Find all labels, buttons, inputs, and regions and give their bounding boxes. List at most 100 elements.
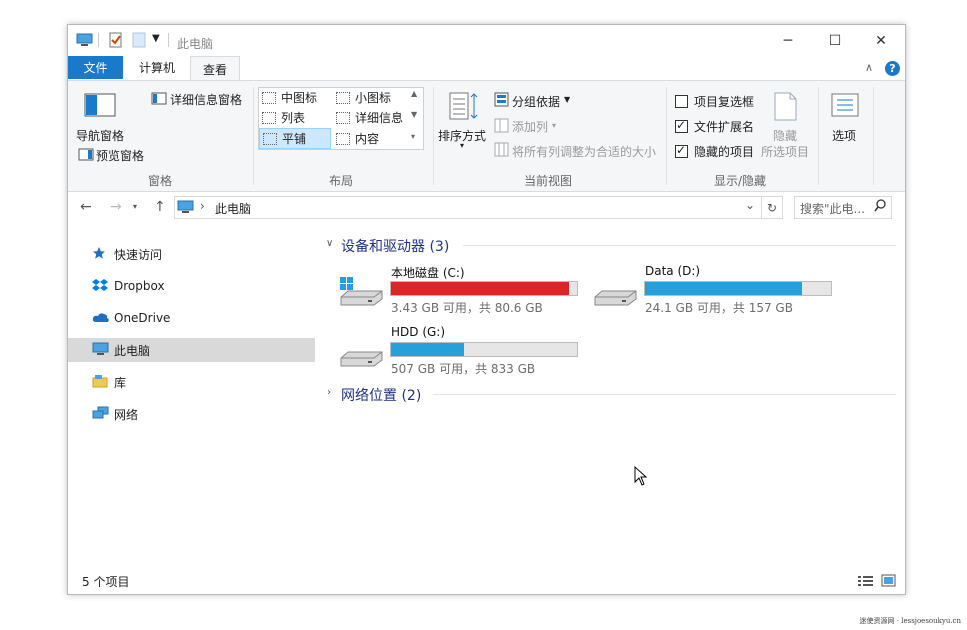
nav-item-label: 快速访问 [114, 247, 163, 262]
close-button[interactable]: ✕ [859, 27, 903, 55]
panes-group-label: 窗格 [148, 174, 173, 188]
search-input[interactable]: 搜索"此电... [794, 196, 892, 219]
minimize-button[interactable]: ─ [766, 27, 810, 55]
ribbon-separator [873, 87, 874, 185]
navigation-pane-button[interactable]: 导航窗格 [76, 127, 124, 144]
gallery-scroll-up-icon[interactable]: ▲ [411, 89, 417, 98]
layout-content[interactable]: 内容 [333, 129, 409, 148]
back-button[interactable]: ← [80, 199, 92, 215]
layout-item-label: 平铺 [282, 132, 307, 146]
collapse-ribbon-icon[interactable]: ∧ [865, 61, 873, 74]
file-extensions-label[interactable]: 文件扩展名 [694, 118, 754, 135]
add-column-icon [494, 118, 509, 136]
drive-tile[interactable]: Data (D:) 24.1 GB 可用，共 157 GB [592, 261, 837, 317]
group-by-button[interactable]: 分组依据 [512, 93, 560, 110]
devices-group-chevron-icon[interactable]: ∨ [326, 238, 333, 249]
forward-button[interactable]: → [110, 199, 122, 215]
help-icon[interactable]: ? [885, 61, 900, 76]
layout-tiles[interactable]: 平铺 [259, 128, 331, 149]
list-icon [262, 111, 276, 124]
drive-name: Data (D:) [645, 264, 701, 278]
preview-pane-button[interactable]: 预览窗格 [96, 147, 144, 164]
properties-icon[interactable] [109, 32, 123, 51]
network-group-chevron-icon[interactable]: › [327, 387, 331, 398]
group-by-dropdown-icon[interactable]: ▼ [564, 95, 570, 104]
nav-item-0[interactable]: 快速访问 [68, 242, 315, 266]
drive-usage-bar [390, 281, 578, 296]
address-bar[interactable]: › 此电脑 ⌄ [174, 196, 762, 219]
window-title: 此电脑 [177, 37, 214, 51]
details-pane-button[interactable]: 详细信息窗格 [170, 91, 242, 108]
nav-item-4[interactable]: 库 [68, 370, 315, 394]
new-folder-icon[interactable] [132, 32, 146, 51]
layout-gallery: 中图标 小图标 列表 详细信息 平铺 内容 ▲ ▼ ▾ [258, 87, 424, 150]
nav-item-1[interactable]: Dropbox [68, 274, 315, 298]
maximize-button[interactable]: ☐ [813, 27, 857, 55]
tab-file[interactable]: 文件 [68, 56, 123, 79]
refresh-button[interactable]: ↻ [761, 196, 783, 219]
options-button[interactable]: 选项 [832, 127, 856, 144]
small-icons-icon [336, 91, 350, 104]
breadcrumb-this-pc[interactable]: 此电脑 [215, 200, 251, 217]
layout-medium-icons[interactable]: 中图标 [259, 88, 331, 107]
breadcrumb-separator[interactable]: › [200, 199, 205, 213]
nav-item-2[interactable]: OneDrive [68, 306, 315, 330]
hidden-items-checkbox[interactable] [675, 143, 688, 158]
devices-group-header[interactable]: 设备和驱动器 (3) [341, 236, 449, 256]
drive-tile[interactable]: HDD (G:) 507 GB 可用，共 833 GB [338, 322, 583, 378]
layout-item-label: 列表 [281, 111, 306, 125]
drive-usage-fill [391, 343, 464, 356]
recent-locations-dropdown-icon[interactable]: ▾ [133, 202, 137, 211]
navigation-pane: 快速访问 Dropbox OneDrive 此电脑库网络 [68, 233, 318, 483]
network-group-header[interactable]: 网络位置 (2) [341, 385, 421, 405]
hidden-items-label[interactable]: 隐藏的项目 [694, 143, 754, 160]
computer-icon [177, 200, 194, 217]
sort-by-dropdown-icon[interactable]: ▾ [460, 141, 464, 150]
tab-computer[interactable]: 计算机 [128, 56, 186, 79]
large-icons-view-icon[interactable] [881, 574, 896, 590]
gallery-scroll-down-icon[interactable]: ▼ [411, 110, 417, 119]
layout-item-label: 内容 [355, 132, 380, 146]
ribbon-separator [433, 87, 434, 185]
star-icon [92, 246, 110, 263]
options-icon [831, 93, 859, 120]
layout-list[interactable]: 列表 [259, 108, 331, 127]
toolbar-divider [168, 33, 169, 47]
address-dropdown-icon[interactable]: ⌄ [745, 198, 755, 212]
drive-usage-bar [644, 281, 832, 296]
layout-small-icons[interactable]: 小图标 [333, 88, 409, 107]
ribbon-separator [666, 87, 667, 185]
drive-space-info: 24.1 GB 可用，共 157 GB [645, 301, 793, 315]
tab-view[interactable]: 查看 [190, 56, 240, 81]
drive-icon [338, 275, 384, 312]
quick-access-dropdown-icon[interactable]: ▼ [152, 33, 160, 44]
drive-tile[interactable]: 本地磁盘 (C:) 3.43 GB 可用，共 80.6 GB [338, 261, 583, 317]
search-icon [874, 199, 886, 216]
item-checkboxes-checkbox[interactable] [675, 95, 688, 108]
gallery-expand-icon[interactable]: ▾ [411, 132, 415, 141]
nav-item-3[interactable]: 此电脑 [68, 338, 315, 362]
layout-details[interactable]: 详细信息 [333, 108, 409, 127]
fit-columns-icon [494, 142, 509, 160]
hide-selected-button[interactable]: 隐藏 [773, 127, 797, 144]
medium-icons-icon [262, 91, 276, 104]
up-button[interactable]: ↑ [154, 199, 166, 215]
nav-item-5[interactable]: 网络 [68, 402, 315, 426]
current-view-group-label: 当前视图 [524, 174, 573, 188]
drive-usage-bar [390, 342, 578, 357]
layout-item-label: 中图标 [281, 91, 318, 105]
preview-pane-icon [78, 148, 94, 164]
item-checkboxes-label[interactable]: 项目复选框 [694, 93, 754, 110]
computer-icon [76, 33, 93, 46]
fit-columns-button[interactable]: 将所有列调整为合适的大小 [512, 143, 656, 160]
details-view-icon[interactable] [858, 575, 874, 590]
add-column-dropdown-icon[interactable]: ▾ [552, 121, 556, 130]
group-divider [463, 245, 896, 246]
group-by-icon [494, 92, 509, 110]
details-icon [336, 111, 350, 124]
navigation-pane-icon[interactable] [84, 93, 116, 120]
file-extensions-checkbox[interactable] [675, 118, 688, 133]
drive-usage-fill [391, 282, 569, 295]
group-divider [433, 394, 896, 395]
add-column-button[interactable]: 添加列 [512, 118, 548, 135]
